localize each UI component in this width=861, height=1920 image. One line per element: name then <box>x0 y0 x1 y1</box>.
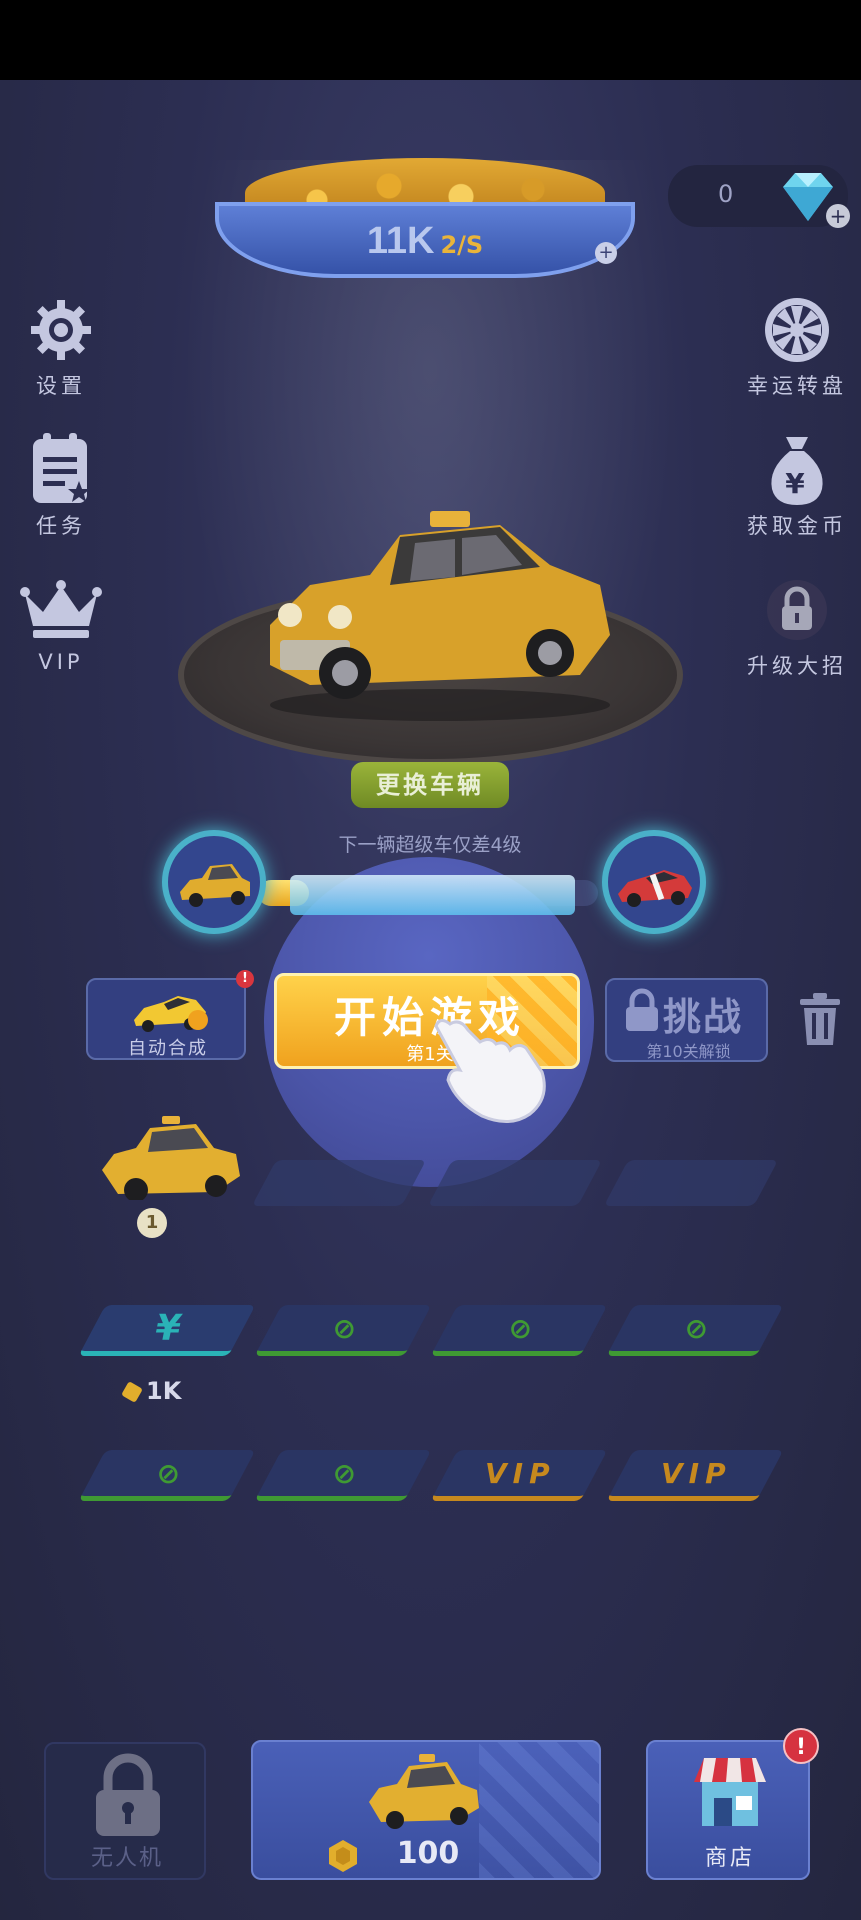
upgrade-skill-button[interactable]: 升级大招 <box>737 570 857 680</box>
lock-icon <box>626 988 658 1031</box>
locked-slot-icon: ⊘ <box>156 1456 181 1490</box>
get-coins-label: 获取金币 <box>747 514 847 538</box>
locked-slot-icon: ⊘ <box>684 1311 709 1345</box>
auto-merge-alert-badge: ! <box>236 970 254 988</box>
grid-slot-locked[interactable]: ⊘ <box>430 1305 608 1356</box>
upgrade-skill-label: 升级大招 <box>747 654 847 678</box>
next-supercar-badge <box>602 830 706 934</box>
grid-slot-locked[interactable]: ⊘ <box>254 1450 432 1501</box>
vip-label: VIP <box>38 650 84 674</box>
taxi-car-icon <box>180 864 250 907</box>
grid-slot-empty[interactable] <box>603 1160 779 1206</box>
buy-car-price: 100 <box>396 1836 460 1871</box>
coin-plus-button[interactable]: + <box>595 242 617 264</box>
car-level-badge: 1 <box>137 1208 167 1238</box>
current-car-badge <box>162 830 266 934</box>
grid-taxi-car[interactable] <box>96 1110 246 1200</box>
auto-merge-label: 自动合成 <box>128 1038 208 1059</box>
coin-rate: 2/S <box>440 231 484 259</box>
get-coins-button[interactable]: ¥ 获取金币 <box>737 430 857 540</box>
auto-merge-car-icon <box>134 996 208 1032</box>
slot-price: 1K <box>121 1377 182 1405</box>
challenge-title: 挑战 <box>663 995 744 1039</box>
clipboard-icon <box>11 430 111 510</box>
tutorial-spotlight-beam <box>290 875 575 915</box>
locked-slot-icon: ⊘ <box>332 1456 357 1490</box>
vip-slot-label: VIP <box>485 1456 556 1490</box>
slot-price-value: 1K <box>146 1377 182 1405</box>
yen-icon: ¥ <box>155 1307 181 1349</box>
locked-slot-icon: ⊘ <box>508 1311 533 1345</box>
coin-amount: 11K <box>366 220 435 262</box>
drone-label: 无人机 <box>90 1846 163 1871</box>
shop-button[interactable]: 商店 <box>646 1740 810 1880</box>
vip-button[interactable]: VIP <box>11 570 111 674</box>
shop-label: 商店 <box>704 1846 755 1871</box>
tasks-label: 任务 <box>36 514 86 538</box>
locked-slot-icon: ⊘ <box>332 1311 357 1345</box>
buy-car-button[interactable]: 100 <box>251 1740 601 1880</box>
status-bar <box>0 0 861 80</box>
vip-slot-label: VIP <box>661 1456 732 1490</box>
tasks-button[interactable]: 任务 <box>11 430 111 540</box>
gem-count: 0 <box>718 180 734 208</box>
crown-icon <box>11 570 111 650</box>
challenge-button[interactable]: 挑战 第10关解锁 <box>605 978 768 1062</box>
svg-text:¥: ¥ <box>785 467 808 500</box>
store-icon <box>694 1758 766 1826</box>
tutorial-hand-pointer-icon <box>434 1019 546 1123</box>
settings-label: 设置 <box>36 374 86 398</box>
grid-slot-buy[interactable]: ¥ <box>78 1305 256 1356</box>
grid-slot-locked[interactable]: ⊘ <box>606 1305 784 1356</box>
money-bag-icon: ¥ <box>737 430 857 510</box>
grid-slot-empty[interactable] <box>427 1160 603 1206</box>
padlock-icon <box>96 1753 160 1836</box>
coin-counter: 11K 2/S <box>215 220 635 263</box>
grid-slot-locked[interactable]: ⊘ <box>254 1305 432 1356</box>
lucky-wheel-label: 幸运转盘 <box>747 374 847 398</box>
taxi-car-icon <box>369 1754 479 1829</box>
lucky-wheel-button[interactable]: 幸运转盘 <box>737 290 857 400</box>
gem-plus-button[interactable]: + <box>826 204 850 228</box>
gem-counter: 0 <box>668 165 848 227</box>
lock-icon <box>737 570 857 650</box>
challenge-unlock-text: 第10关解锁 <box>646 1042 731 1061</box>
grid-slot-vip[interactable]: VIP <box>606 1450 784 1501</box>
next-supercar-text: 下一辆超级车仅差4级 <box>338 834 522 856</box>
change-vehicle-button[interactable]: 更换车辆 <box>351 762 509 808</box>
coin-icon <box>121 1381 143 1403</box>
grid-slot-vip[interactable]: VIP <box>430 1450 608 1501</box>
gear-icon <box>11 290 111 370</box>
wheel-icon <box>737 290 857 370</box>
drone-button[interactable]: 无人机 <box>44 1742 206 1880</box>
red-sports-car-icon <box>618 870 692 907</box>
trash-icon[interactable] <box>798 993 842 1047</box>
auto-merge-button[interactable]: 自动合成 <box>86 978 246 1060</box>
settings-button[interactable]: 设置 <box>11 290 111 400</box>
shop-alert-badge: ! <box>783 1728 819 1764</box>
coin-bowl[interactable]: 11K 2/S + <box>215 150 635 280</box>
grid-slot-locked[interactable]: ⊘ <box>78 1450 256 1501</box>
taxi-car-display <box>270 511 610 721</box>
grid-slot-empty[interactable] <box>251 1160 427 1206</box>
